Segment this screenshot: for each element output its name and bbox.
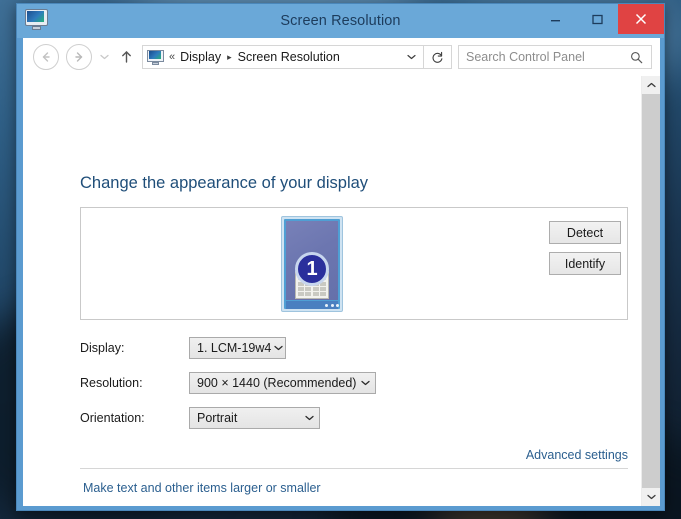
resolution-dropdown-value: 900 × 1440 (Recommended) — [197, 376, 357, 390]
identify-button[interactable]: Identify — [549, 252, 621, 275]
breadcrumb-dropdown-button[interactable] — [399, 46, 423, 68]
recent-locations-button[interactable] — [95, 54, 113, 60]
scroll-down-icon — [646, 494, 656, 500]
close-icon — [635, 13, 647, 25]
display-preview-panel: 1 Detect Identify — [80, 207, 628, 320]
chevron-down-icon — [271, 345, 285, 351]
back-button[interactable] — [33, 44, 59, 70]
search-box[interactable] — [458, 45, 652, 69]
forward-button[interactable] — [66, 44, 92, 70]
navigation-bar: « Display ▸ Screen Resolution — [23, 38, 660, 76]
up-arrow-icon — [121, 51, 131, 63]
breadcrumb-overflow[interactable]: « — [169, 51, 175, 63]
divider — [80, 468, 628, 469]
page-title: Change the appearance of your display — [80, 174, 369, 192]
search-icon[interactable] — [630, 51, 651, 64]
screen-resolution-window: Screen Resolution « Display ▸ Screen Res… — [16, 3, 665, 511]
back-arrow-icon — [42, 52, 50, 62]
advanced-settings-link[interactable]: Advanced settings — [526, 448, 628, 462]
content-frame: Change the appearance of your display 1 … — [23, 76, 660, 506]
chevron-down-icon — [299, 415, 319, 421]
refresh-icon — [432, 51, 443, 63]
close-button[interactable] — [618, 4, 664, 34]
title-bar[interactable]: Screen Resolution — [17, 4, 664, 38]
orientation-dropdown-value: Portrait — [197, 411, 238, 425]
refresh-button[interactable] — [424, 45, 452, 69]
content-area: Change the appearance of your display 1 … — [23, 76, 641, 506]
chevron-down-icon — [99, 54, 109, 60]
resolution-label: Resolution: — [80, 376, 143, 390]
orientation-dropdown[interactable]: Portrait — [189, 407, 320, 429]
up-button[interactable] — [115, 50, 137, 64]
vertical-scrollbar[interactable] — [641, 76, 660, 506]
breadcrumb-separator-icon[interactable]: ▸ — [227, 52, 232, 63]
search-input[interactable] — [459, 49, 630, 65]
monitor-tray-dots-icon — [325, 303, 339, 307]
orientation-label: Orientation: — [80, 411, 145, 425]
scrollbar-thumb[interactable] — [642, 94, 660, 488]
monitor-number-badge: 1 — [295, 252, 329, 286]
detect-button[interactable]: Detect — [549, 221, 621, 244]
scroll-down-button[interactable] — [642, 488, 660, 506]
window-controls — [534, 4, 664, 34]
forward-arrow-icon — [75, 52, 83, 62]
minimize-button[interactable] — [534, 4, 576, 34]
resolution-dropdown[interactable]: 900 × 1440 (Recommended) — [189, 372, 376, 394]
monitor-preview[interactable]: 1 — [281, 216, 343, 312]
monitor-screen: 1 — [286, 221, 338, 300]
breadcrumb-item-screen-resolution[interactable]: Screen Resolution — [238, 50, 340, 64]
minimize-icon — [550, 19, 560, 21]
chevron-down-icon — [356, 380, 375, 386]
display-dropdown[interactable]: 1. LCM-19w4 — [189, 337, 286, 359]
display-dropdown-value: 1. LCM-19w4 — [197, 341, 272, 355]
chevron-down-icon — [406, 54, 416, 60]
monitor-icon — [147, 49, 164, 65]
monitor-icon — [25, 9, 48, 30]
make-text-larger-link[interactable]: Make text and other items larger or smal… — [83, 481, 321, 495]
scroll-up-button[interactable] — [642, 76, 660, 94]
scroll-up-icon — [646, 82, 656, 88]
maximize-button[interactable] — [576, 4, 618, 34]
display-label: Display: — [80, 341, 125, 355]
maximize-icon — [591, 14, 603, 24]
breadcrumb[interactable]: « Display ▸ Screen Resolution — [142, 45, 424, 69]
breadcrumb-item-display[interactable]: Display — [180, 50, 221, 64]
